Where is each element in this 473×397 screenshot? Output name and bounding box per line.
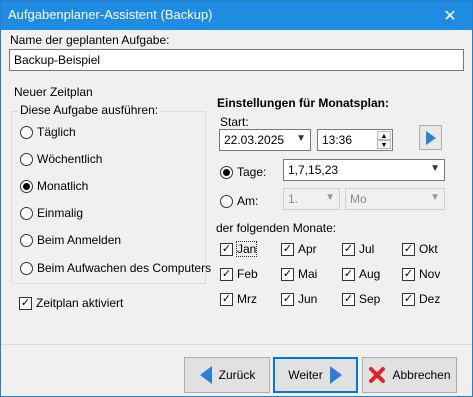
days-label: Tage: (237, 165, 267, 179)
schedule-option-label: Täglich (37, 125, 76, 139)
wizard-window: Aufgabenplaner-Assistent (Backup) ✕ Name… (0, 0, 473, 397)
title-bar: Aufgabenplaner-Assistent (Backup) ✕ (1, 1, 472, 30)
schedule-option-2[interactable]: Monatlich (20, 179, 88, 193)
start-time-value: 13:36 (322, 133, 353, 147)
days-combo[interactable]: 1,7,15,23 ▼ (283, 159, 445, 181)
start-time-field[interactable]: 13:36 ▲ ▼ (317, 129, 393, 151)
cancel-icon (369, 367, 386, 383)
separator (1, 344, 472, 345)
month-checkbox-nov[interactable]: ✓ Nov (402, 267, 440, 281)
schedule-option-label: Wöchentlich (37, 152, 103, 166)
chevron-down-icon[interactable]: ▼ (430, 192, 440, 203)
month-checkbox-mrz[interactable]: ✓ Mrz (220, 292, 257, 306)
start-date-value: 22.03.2025 (224, 133, 285, 147)
cancel-label: Abbrechen (392, 368, 451, 382)
on-weekday-value: Mo (350, 192, 367, 206)
schedule-enabled-label: Zeitplan aktiviert (36, 296, 124, 310)
check-icon: ✓ (342, 242, 355, 256)
window-title: Aufgabenplaner-Assistent (Backup) (8, 7, 213, 22)
check-icon: ✓ (281, 267, 294, 281)
next-button[interactable]: Weiter (273, 357, 358, 393)
on-radio[interactable]: Am: (220, 194, 258, 208)
month-label: Mai (298, 267, 318, 281)
schedule-enabled-checkbox[interactable]: ✓ Zeitplan aktiviert (19, 296, 123, 310)
schedule-option-label: Beim Aufwachen des Computers (37, 261, 212, 275)
month-label: Jul (359, 242, 375, 256)
month-checkbox-okt[interactable]: ✓ Okt (402, 242, 438, 256)
play-button[interactable] (419, 125, 442, 150)
check-icon: ✓ (402, 267, 415, 281)
schedule-option-5[interactable]: Beim Aufwachen des Computers (20, 261, 211, 275)
month-label: Okt (419, 242, 438, 256)
check-icon: ✓ (220, 292, 233, 306)
on-week-combo[interactable]: 1. ▼ (283, 188, 340, 210)
month-checkbox-jul[interactable]: ✓ Jul (342, 242, 374, 256)
schedule-option-label: Monatlich (37, 179, 89, 193)
check-icon: ✓ (402, 292, 415, 306)
chevron-down-icon[interactable]: ▼ (325, 192, 335, 203)
chevron-down-icon[interactable]: ▼ (430, 163, 440, 174)
schedule-option-0[interactable]: Täglich (20, 125, 76, 139)
play-icon (425, 130, 436, 145)
cancel-button[interactable]: Abbrechen (362, 357, 457, 393)
check-icon: ✓ (281, 292, 294, 306)
schedule-option-4[interactable]: Beim Anmelden (20, 233, 121, 247)
start-label: Start: (220, 115, 249, 129)
month-checkbox-mai[interactable]: ✓ Mai (281, 267, 317, 281)
month-checkbox-apr[interactable]: ✓ Apr (281, 242, 317, 256)
schedule-option-3[interactable]: Einmalig (20, 206, 83, 220)
schedule-group-label: Diese Aufgabe ausführen: (18, 103, 161, 117)
month-label: Mrz (237, 292, 257, 306)
time-spinner[interactable]: ▲ ▼ (377, 131, 391, 149)
next-label: Weiter (288, 368, 323, 382)
back-label: Zurück (218, 368, 256, 382)
month-checkbox-dez[interactable]: ✓ Dez (402, 292, 440, 306)
month-checkbox-jun[interactable]: ✓ Jun (281, 292, 317, 306)
schedule-option-label: Beim Anmelden (37, 233, 122, 247)
close-icon[interactable]: ✕ (428, 1, 472, 30)
check-icon: ✓ (281, 242, 294, 256)
check-icon: ✓ (342, 292, 355, 306)
schedule-option-label: Einmalig (37, 206, 84, 220)
monthly-heading: Einstellungen für Monatsplan: (217, 96, 390, 110)
on-label: Am: (237, 194, 259, 208)
on-week-value: 1. (288, 192, 299, 206)
check-icon: ✓ (220, 242, 233, 256)
month-label: Feb (237, 267, 258, 281)
month-checkbox-jan[interactable]: ✓ Jan (220, 241, 258, 257)
month-checkbox-feb[interactable]: ✓ Feb (220, 267, 258, 281)
month-label: Apr (298, 242, 317, 256)
check-icon: ✓ (402, 242, 415, 256)
check-icon: ✓ (342, 267, 355, 281)
start-date-picker[interactable]: 22.03.2025 ▼ (219, 129, 311, 151)
spin-down-icon[interactable]: ▼ (377, 140, 391, 149)
check-icon: ✓ (19, 296, 32, 310)
schedule-option-1[interactable]: Wöchentlich (20, 152, 102, 166)
task-name-label: Name der geplanten Aufgabe: (10, 33, 170, 47)
back-button[interactable]: Zurück (184, 357, 270, 393)
month-label: Dez (419, 292, 441, 306)
arrow-left-icon (199, 366, 212, 384)
month-checkbox-sep[interactable]: ✓ Sep (342, 292, 380, 306)
month-label: Jan (235, 241, 258, 257)
spin-up-icon[interactable]: ▲ (377, 131, 391, 140)
month-label: Aug (359, 267, 381, 281)
days-radio[interactable]: Tage: (220, 165, 266, 179)
schedule-label: Neuer Zeitplan (14, 85, 93, 99)
months-label: der folgenden Monate: (216, 221, 337, 235)
chevron-down-icon[interactable]: ▼ (296, 133, 306, 144)
days-value: 1,7,15,23 (288, 163, 339, 177)
task-name-input[interactable]: Backup-Beispiel (9, 49, 464, 71)
on-weekday-combo[interactable]: Mo ▼ (345, 188, 445, 210)
arrow-right-icon (329, 366, 342, 384)
month-label: Sep (359, 292, 381, 306)
month-checkbox-aug[interactable]: ✓ Aug (342, 267, 380, 281)
month-label: Nov (419, 267, 441, 281)
check-icon: ✓ (220, 267, 233, 281)
month-label: Jun (298, 292, 318, 306)
